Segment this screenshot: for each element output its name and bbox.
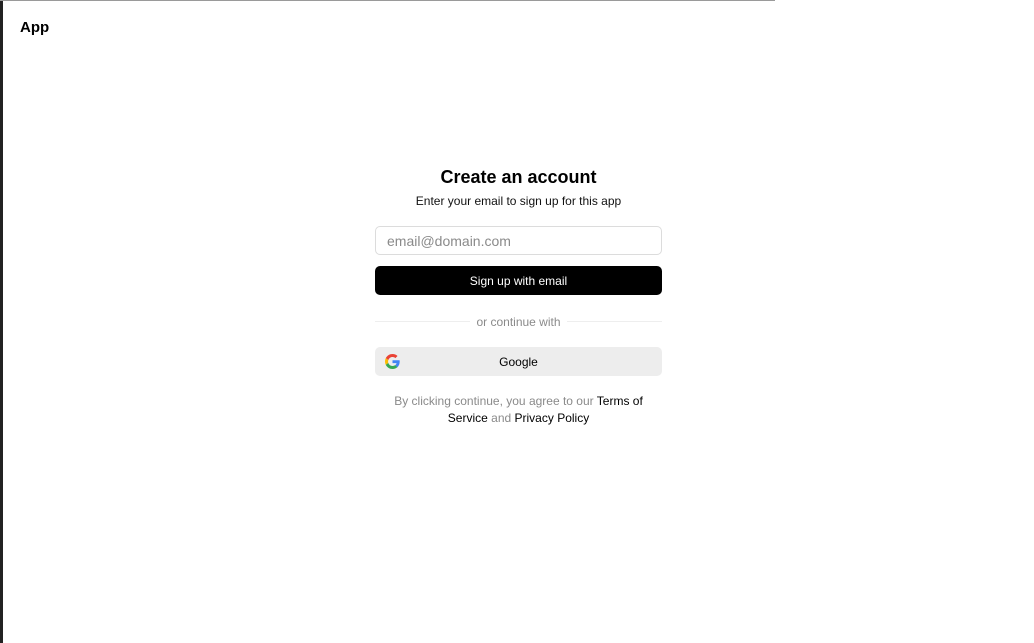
terms-prefix: By clicking continue, you agree to our [394, 394, 597, 408]
google-sign-in-button[interactable]: Google [375, 347, 662, 376]
app-window: App Create an account Enter your email t… [0, 0, 1034, 643]
google-button-label: Google [499, 354, 538, 369]
email-field[interactable] [375, 226, 662, 255]
window-left-border [0, 0, 3, 643]
sign-up-with-email-button[interactable]: Sign up with email [375, 266, 662, 295]
terms-notice: By clicking continue, you agree to our T… [375, 393, 662, 427]
privacy-policy-link[interactable]: Privacy Policy [515, 411, 590, 425]
terms-conjunction: and [487, 411, 515, 425]
page-subtitle: Enter your email to sign up for this app [415, 194, 622, 208]
signup-card: Create an account Enter your email to si… [375, 165, 662, 427]
divider-text: or continue with [470, 314, 567, 330]
window-top-border [0, 0, 775, 1]
app-title: App [20, 19, 50, 36]
google-icon [385, 354, 400, 369]
divider: or continue with [375, 313, 662, 330]
page-title: Create an account [440, 167, 597, 187]
